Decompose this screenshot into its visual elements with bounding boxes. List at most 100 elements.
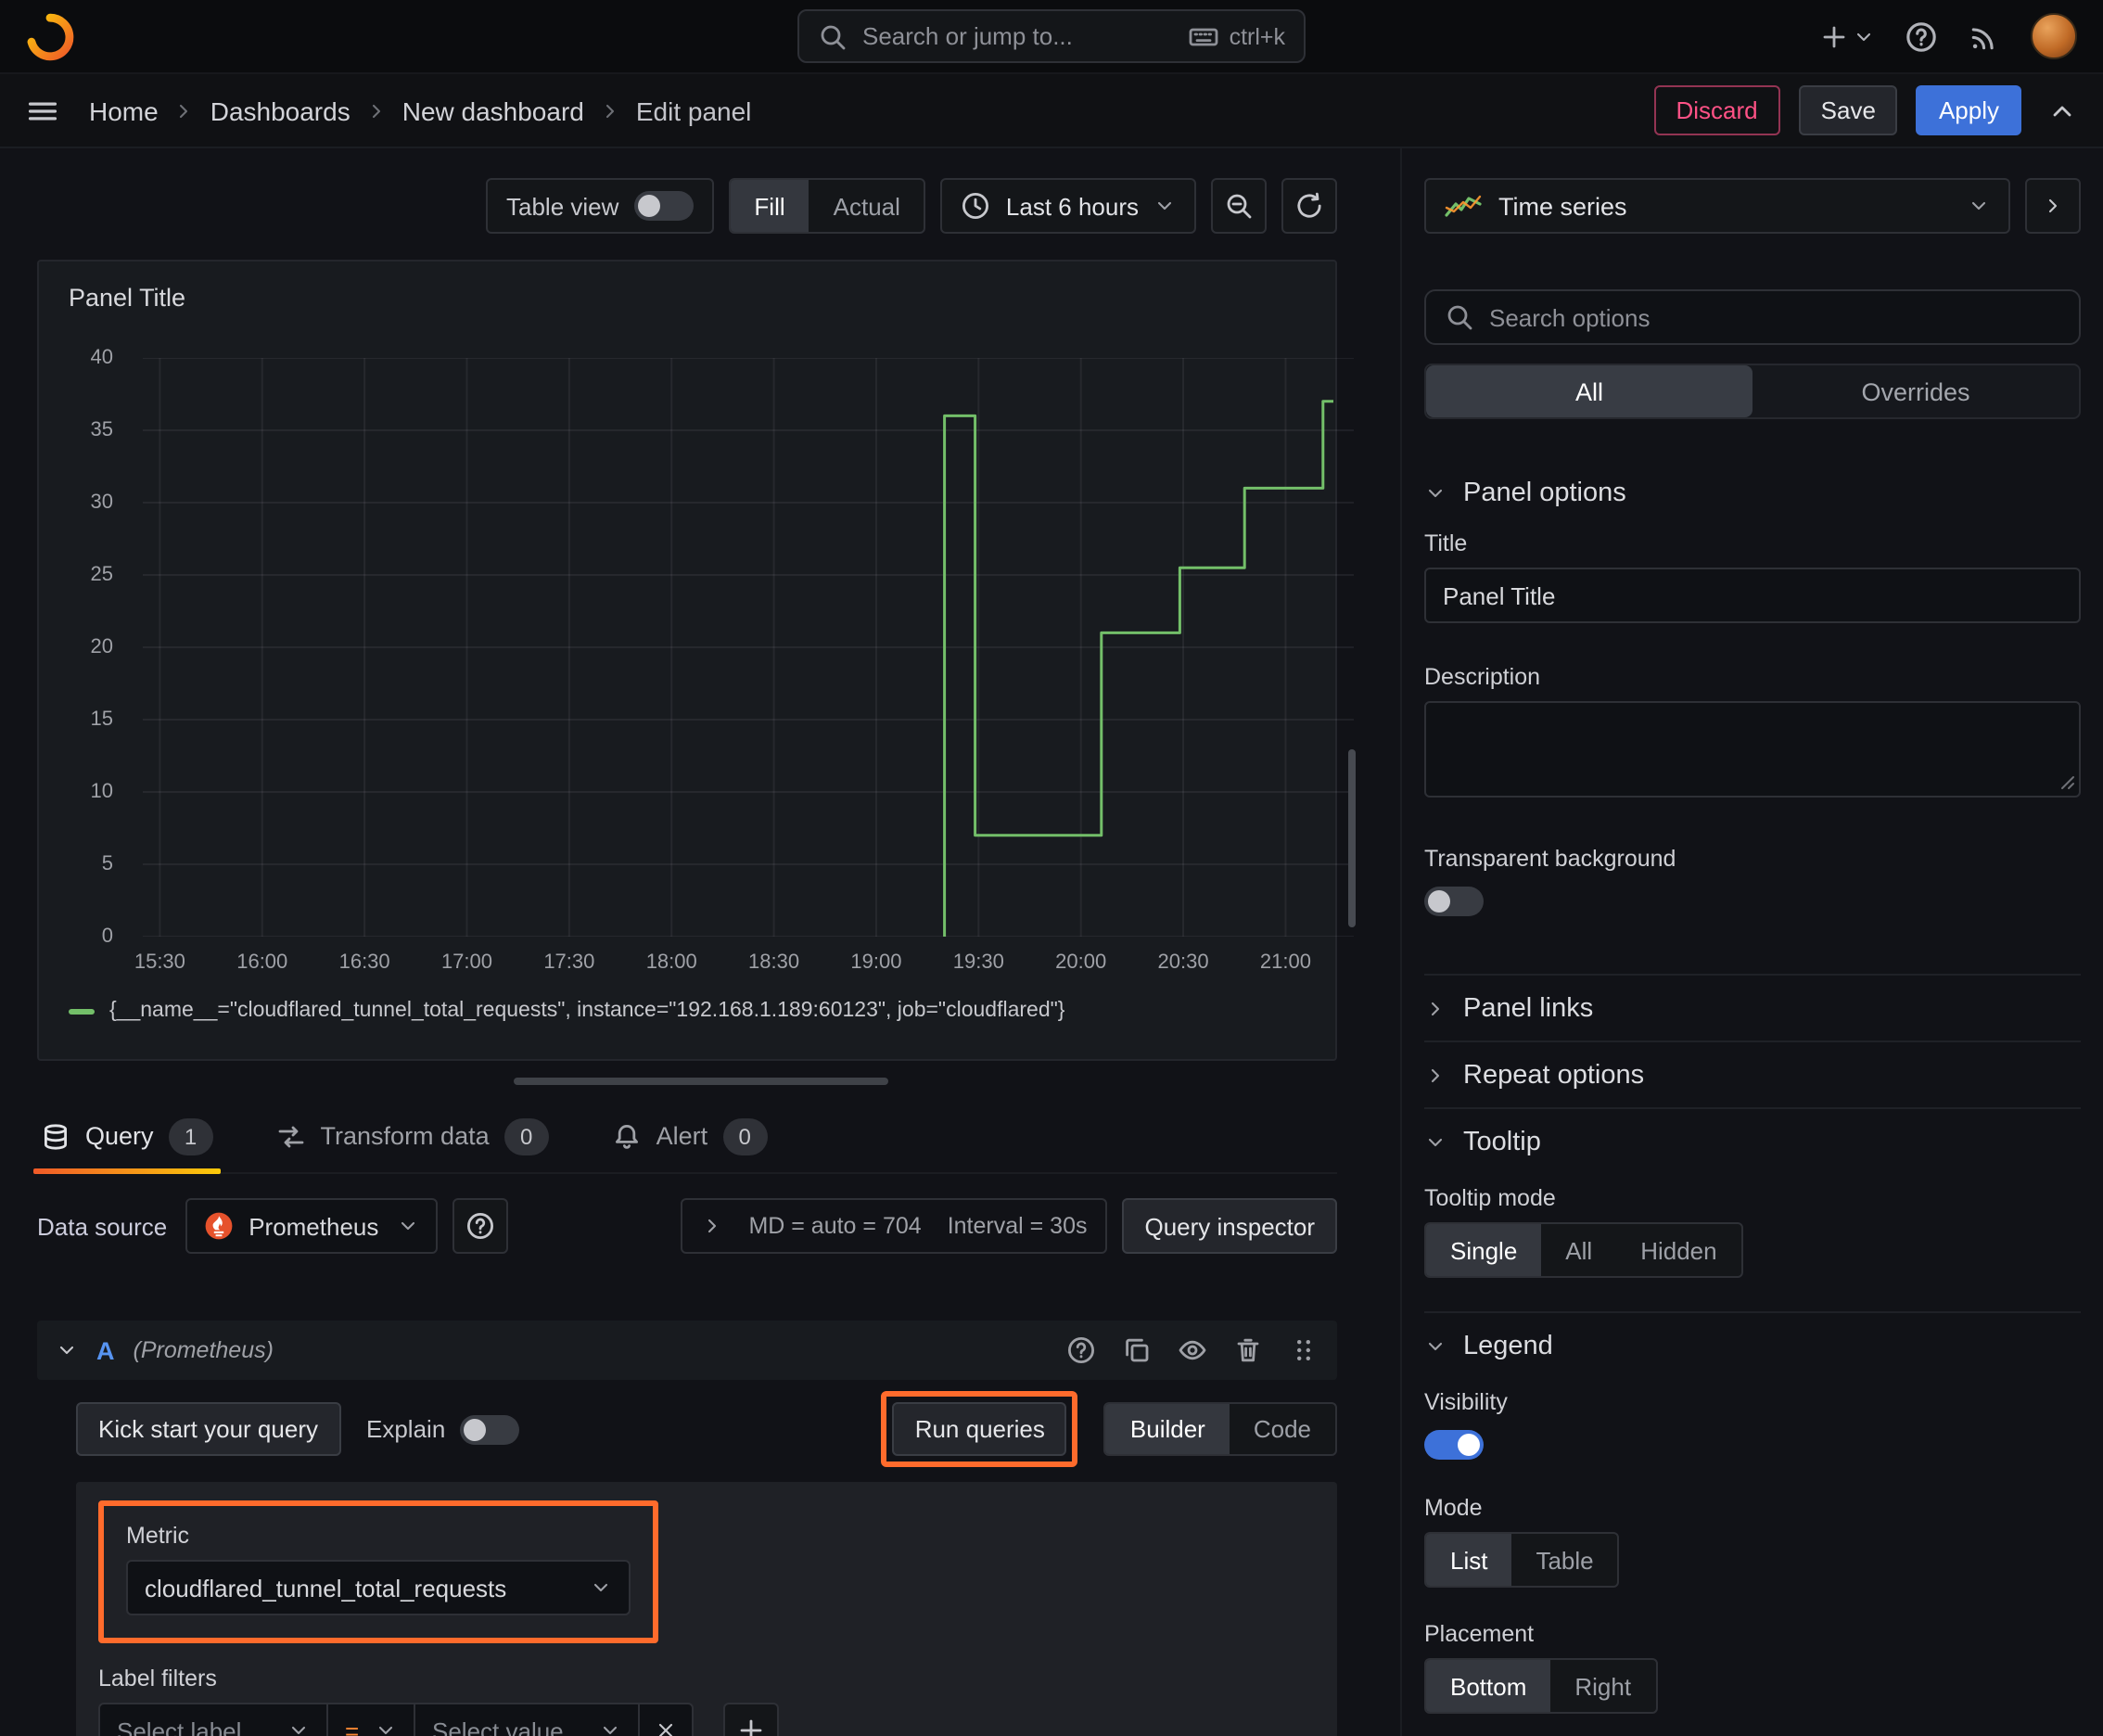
news-rss-icon[interactable]: [1968, 19, 2001, 53]
query-row-header[interactable]: A (Prometheus): [37, 1321, 1337, 1380]
new-menu-button[interactable]: [1819, 21, 1875, 51]
select-value-placeholder: Select value: [432, 1717, 564, 1736]
operator-dropdown[interactable]: =: [326, 1703, 415, 1736]
help-icon[interactable]: [1905, 19, 1938, 53]
time-range-label: Last 6 hours: [1005, 192, 1139, 220]
tooltip-all-option[interactable]: All: [1541, 1224, 1616, 1276]
delete-trash-icon[interactable]: [1233, 1335, 1263, 1365]
help-icon[interactable]: [1066, 1335, 1096, 1365]
table-view-switch[interactable]: [633, 191, 694, 221]
options-search-input[interactable]: [1489, 303, 2060, 331]
scrollbar-thumb[interactable]: [1348, 749, 1356, 927]
chevron-down-icon: [397, 1215, 419, 1237]
panel-preview: Panel Title 0 5 10 15 20 25 30 35 40 15:30 16:00 1…: [37, 260, 1354, 1061]
select-value-dropdown[interactable]: Select value: [414, 1703, 640, 1736]
save-button[interactable]: Save: [1798, 85, 1898, 135]
menu-icon[interactable]: [26, 94, 59, 127]
fill-option[interactable]: Fill: [730, 180, 809, 232]
refresh-button[interactable]: [1281, 178, 1337, 234]
visualization-value: Time series: [1498, 192, 1627, 220]
x-axis-labels: 15:30 16:00 16:30 17:00 17:30 18:00 18:30 19:00…: [134, 951, 1311, 974]
editor-tabs: Query 1 Transform data 0 Alert 0: [33, 1100, 1337, 1174]
discard-button[interactable]: Discard: [1653, 85, 1780, 135]
tooltip-mode-group: Single All Hidden: [1424, 1222, 1743, 1278]
description-textarea[interactable]: [1424, 701, 2081, 798]
options-search[interactable]: [1424, 289, 2081, 345]
drag-grip-icon[interactable]: [1289, 1335, 1319, 1365]
breadcrumb-dashboards[interactable]: Dashboards: [210, 96, 350, 125]
panel-options-header[interactable]: Panel options: [1424, 479, 2081, 508]
duplicate-icon[interactable]: [1122, 1335, 1152, 1365]
tooltip-title: Tooltip: [1463, 1127, 1541, 1156]
table-view-toggle[interactable]: Table view: [486, 178, 714, 234]
chevron-down-icon: [1153, 195, 1176, 217]
tooltip-hidden-option[interactable]: Hidden: [1616, 1224, 1740, 1276]
chart-legend[interactable]: {__name__="cloudflared_tunnel_total_requ…: [69, 1000, 1064, 1022]
chevron-down-icon[interactable]: [56, 1339, 78, 1361]
legend-table-option[interactable]: Table: [1511, 1534, 1617, 1586]
legend-list-option[interactable]: List: [1426, 1534, 1512, 1586]
repeat-options-section[interactable]: Repeat options: [1424, 1040, 2081, 1107]
code-option[interactable]: Code: [1230, 1404, 1335, 1454]
tab-all[interactable]: All: [1426, 365, 1752, 417]
database-icon: [41, 1121, 70, 1151]
operator-value: =: [345, 1717, 360, 1736]
panel-links-section[interactable]: Panel links: [1424, 974, 2081, 1040]
tab-transform[interactable]: Transform data 0: [273, 1100, 553, 1172]
tab-alert[interactable]: Alert 0: [608, 1100, 771, 1172]
resize-drag-handle[interactable]: [513, 1078, 887, 1085]
metric-select[interactable]: cloudflared_tunnel_total_requests: [126, 1560, 631, 1615]
tooltip-section-header[interactable]: Tooltip: [1424, 1107, 2081, 1174]
query-ref-id: A: [96, 1336, 115, 1364]
breadcrumb-home[interactable]: Home: [89, 96, 159, 125]
datasource-help-button[interactable]: [452, 1198, 509, 1254]
avatar[interactable]: [2031, 13, 2077, 59]
visualization-picker[interactable]: Time series: [1424, 178, 2010, 234]
grafana-logo-icon[interactable]: [26, 12, 74, 60]
datasource-row: Data source Prometheus MD = auto = 704 I…: [37, 1198, 1337, 1254]
select-label-dropdown[interactable]: Select label: [98, 1703, 328, 1736]
chevron-up-icon[interactable]: [2047, 96, 2077, 125]
global-search-input[interactable]: [862, 22, 1174, 50]
query-inspector-button[interactable]: Query inspector: [1122, 1198, 1337, 1254]
edit-panel-main: Table view Fill Actual Last 6 hours Pane…: [0, 148, 1400, 1736]
placement-bottom-option[interactable]: Bottom: [1426, 1660, 1551, 1712]
panel-options-title: Panel options: [1463, 479, 1626, 508]
transform-count-badge: 0: [503, 1117, 549, 1155]
query-options-collapsed[interactable]: MD = auto = 704 Interval = 30s: [680, 1198, 1108, 1254]
global-search[interactable]: ctrl+k: [797, 9, 1306, 63]
panel-title-input[interactable]: [1424, 568, 2081, 623]
collapse-options-button[interactable]: [2025, 178, 2081, 234]
resize-handle-icon[interactable]: [2057, 772, 2075, 790]
chevron-right-icon: [173, 99, 196, 121]
add-filter-button[interactable]: [723, 1703, 779, 1736]
run-queries-annotation: Run queries: [881, 1391, 1078, 1467]
chevron-right-icon: [1424, 1064, 1447, 1086]
tab-query[interactable]: Query 1: [33, 1100, 221, 1174]
kickstart-button[interactable]: Kick start your query: [76, 1402, 340, 1456]
panel-title[interactable]: Panel Title: [69, 284, 185, 312]
breadcrumb-new-dashboard[interactable]: New dashboard: [402, 96, 584, 125]
legend-visibility-switch[interactable]: [1424, 1430, 1484, 1460]
actual-option[interactable]: Actual: [809, 180, 924, 232]
time-series-chart[interactable]: [143, 358, 1354, 937]
tab-overrides[interactable]: Overrides: [1752, 365, 2079, 417]
query-toolbar-row: Kick start your query Explain Run querie…: [76, 1391, 1337, 1467]
transparent-background-switch[interactable]: [1424, 887, 1484, 916]
breadcrumb-bar: Home Dashboards New dashboard Edit panel…: [0, 74, 2103, 148]
remove-filter-button[interactable]: [638, 1703, 694, 1736]
chevron-down-icon: [1424, 1334, 1447, 1357]
disable-eye-icon[interactable]: [1178, 1335, 1207, 1365]
explain-label: Explain: [366, 1415, 446, 1443]
apply-button[interactable]: Apply: [1916, 85, 2021, 135]
run-queries-button[interactable]: Run queries: [892, 1402, 1067, 1456]
legend-section-header[interactable]: Legend: [1424, 1311, 2081, 1378]
placement-right-option[interactable]: Right: [1550, 1660, 1655, 1712]
explain-switch[interactable]: [460, 1414, 520, 1444]
tooltip-single-option[interactable]: Single: [1426, 1224, 1542, 1276]
builder-option[interactable]: Builder: [1105, 1404, 1230, 1454]
time-range-picker[interactable]: Last 6 hours: [940, 178, 1196, 234]
datasource-picker[interactable]: Prometheus: [185, 1198, 439, 1254]
chevron-down-icon: [1853, 25, 1875, 47]
zoom-out-button[interactable]: [1211, 178, 1267, 234]
